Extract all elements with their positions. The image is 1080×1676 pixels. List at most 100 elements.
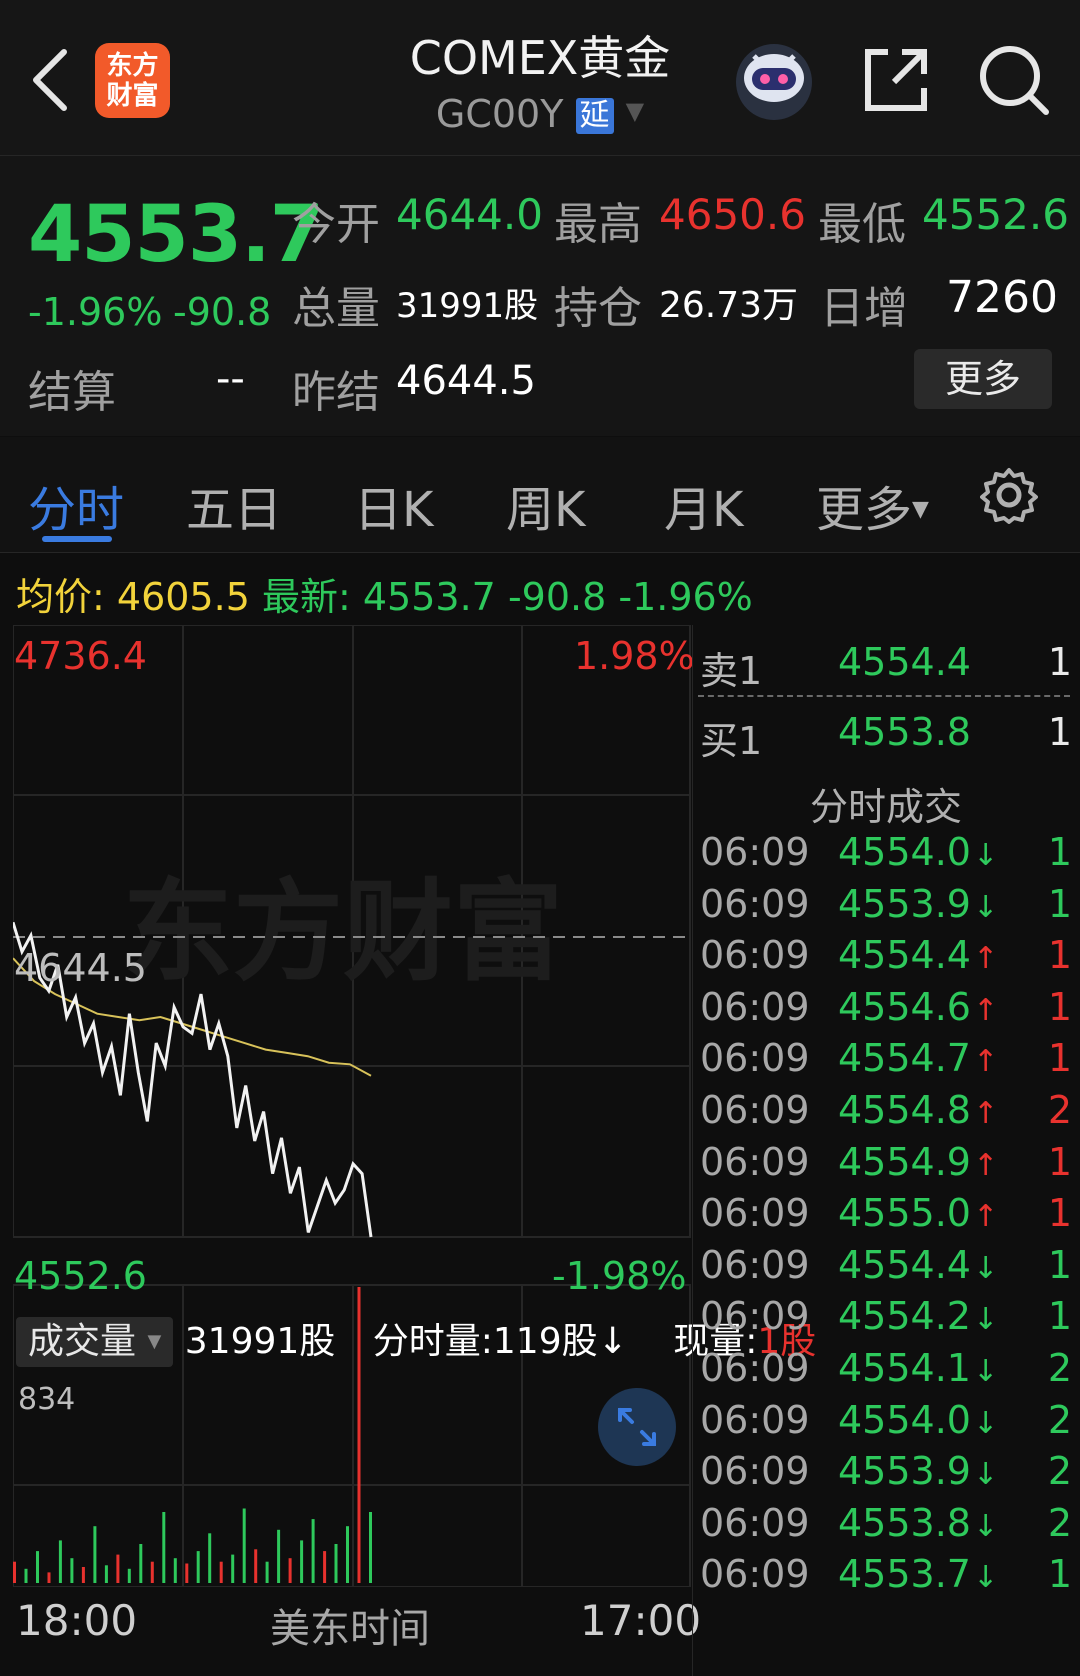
- chart-settings-button[interactable]: [980, 466, 1038, 524]
- avg-label: 均价:: [16, 575, 105, 619]
- trade-volume: 1: [1047, 1139, 1072, 1184]
- trade-row: 06:09 4554.4↓ 1: [700, 1243, 1072, 1295]
- y-min-label: 4552.6: [14, 1254, 147, 1298]
- share-button[interactable]: [858, 42, 934, 118]
- order-book-divider: [698, 695, 1070, 697]
- assistant-robot-button[interactable]: [732, 38, 816, 122]
- indicator-select-label: 成交量: [28, 1321, 137, 1362]
- logo-text-1: 东方: [106, 50, 159, 81]
- tab-more[interactable]: 更多▼: [816, 470, 929, 540]
- trade-time: 06:09: [700, 1449, 810, 1494]
- back-button[interactable]: [22, 42, 82, 118]
- gear-icon: [980, 468, 1038, 524]
- trade-row: 06:09 4553.7↓ 1: [700, 1552, 1072, 1604]
- trade-row: 06:09 4554.0↓ 2: [700, 1398, 1072, 1450]
- search-button[interactable]: [976, 42, 1052, 118]
- trade-price: 4553.8↓: [838, 1500, 999, 1545]
- prev-settle-value: 4644.5: [396, 358, 536, 404]
- volume-bar: [173, 1558, 177, 1583]
- volume-bar: [323, 1551, 327, 1583]
- tab-five-day[interactable]: 五日: [186, 470, 282, 540]
- ask-volume: 1: [1047, 640, 1072, 684]
- daily-increase-value: 7260: [946, 272, 1058, 323]
- volume-bar: [70, 1558, 74, 1583]
- trade-volume: 1: [1047, 984, 1072, 1029]
- arrow-down-icon: ↓: [972, 1405, 999, 1441]
- trade-time: 06:09: [700, 1191, 810, 1236]
- open-label: 今开: [292, 199, 380, 250]
- delay-badge: 延: [575, 98, 614, 134]
- trade-price: 4553.9↓: [838, 1449, 999, 1494]
- chart-grid: [13, 625, 691, 1587]
- open-value: 4644.0: [396, 190, 543, 239]
- arrow-down-icon: ↓: [972, 1457, 999, 1493]
- indicator-select[interactable]: 成交量 ▼: [16, 1317, 174, 1367]
- fullscreen-button[interactable]: [598, 1388, 676, 1466]
- settle-value: --: [216, 356, 245, 402]
- volume-bar: [277, 1529, 281, 1583]
- last-price: 4553.7: [28, 190, 324, 280]
- time-end-label: 17:00: [580, 1596, 702, 1645]
- trade-row: 06:09 4554.0↓ 1: [700, 830, 1072, 882]
- volume-bar: [162, 1512, 166, 1583]
- intraday-chart[interactable]: 东方财富: [13, 625, 691, 1587]
- trade-price: 4554.8↑: [838, 1088, 999, 1132]
- volume-bar: [36, 1551, 39, 1583]
- tab-weekly-k[interactable]: 周K: [506, 470, 585, 540]
- volume-bar: [208, 1533, 212, 1583]
- tab-more-label: 更多: [816, 482, 913, 538]
- trade-time: 06:09: [700, 1397, 810, 1442]
- volume-bar: [242, 1508, 246, 1583]
- volume-bar: [334, 1544, 338, 1583]
- latest-change: -90.8: [507, 575, 607, 619]
- arrow-down-icon: ↓: [972, 838, 999, 873]
- volume-max-label: 834: [18, 1382, 76, 1417]
- trade-row: 06:09 4554.9↑ 1: [700, 1140, 1072, 1192]
- trade-row: 06:09 4553.8↓ 2: [700, 1501, 1072, 1553]
- volume-bar: [116, 1554, 120, 1583]
- trade-price: 4555.0↑: [838, 1191, 999, 1236]
- volume-value: 31991股: [396, 286, 539, 326]
- open-interest-label: 持仓: [554, 283, 642, 334]
- trade-volume: 1: [1047, 1294, 1072, 1339]
- latest-value: 4553.7: [362, 575, 496, 619]
- more-quote-button[interactable]: 更多: [914, 349, 1052, 409]
- tab-monthly-k[interactable]: 月K: [664, 470, 743, 540]
- arrow-up-icon: ↑: [972, 1147, 999, 1183]
- trade-row: 06:09 4554.7↑ 1: [700, 1036, 1072, 1088]
- arrow-up-icon: ↑: [972, 992, 999, 1028]
- trade-row: 06:09 4554.1↓ 2: [700, 1346, 1072, 1398]
- trade-price: 4554.2↓: [838, 1294, 999, 1339]
- trade-row: 06:09 4554.2↓ 1: [700, 1294, 1072, 1346]
- time-start-label: 18:00: [16, 1596, 138, 1645]
- page-title: COMEX黄金: [409, 31, 671, 85]
- trade-volume: 1: [1047, 1552, 1072, 1597]
- tab-intraday[interactable]: 分时: [28, 470, 124, 540]
- arrow-down-icon: ↓: [972, 1560, 999, 1596]
- bid-price: 4553.8: [838, 710, 971, 754]
- volume-bar: [346, 1526, 349, 1583]
- app-logo[interactable]: 东方 财富: [95, 43, 170, 118]
- volume-bar: [127, 1568, 131, 1583]
- volume-bar: [93, 1526, 97, 1583]
- volume-bar: [288, 1558, 292, 1583]
- share-icon: [865, 49, 927, 111]
- trade-time: 06:09: [700, 1500, 810, 1545]
- volume-bar: [139, 1544, 143, 1583]
- trade-price: 4554.0↓: [838, 830, 999, 874]
- latest-label: 最新:: [261, 575, 351, 619]
- trade-time: 06:09: [700, 881, 810, 926]
- contract-selector[interactable]: GC00Y 延 ▼: [380, 92, 700, 136]
- trade-time: 06:09: [700, 830, 810, 874]
- volume-bar: [300, 1540, 304, 1583]
- pct-bottom-label: -1.98%: [552, 1254, 687, 1298]
- trade-time: 06:09: [700, 984, 810, 1029]
- robot-icon: [736, 44, 812, 120]
- trade-row: 06:09 4553.9↓ 2: [700, 1449, 1072, 1501]
- caret-down-icon: ▼: [147, 1331, 162, 1352]
- tab-daily-k[interactable]: 日K: [354, 470, 433, 540]
- trade-price: 4553.7↓: [838, 1552, 999, 1597]
- contract-code: GC00Y: [435, 92, 564, 136]
- arrow-down-icon: ↓: [972, 1250, 999, 1286]
- trade-price: 4554.9↑: [838, 1139, 999, 1184]
